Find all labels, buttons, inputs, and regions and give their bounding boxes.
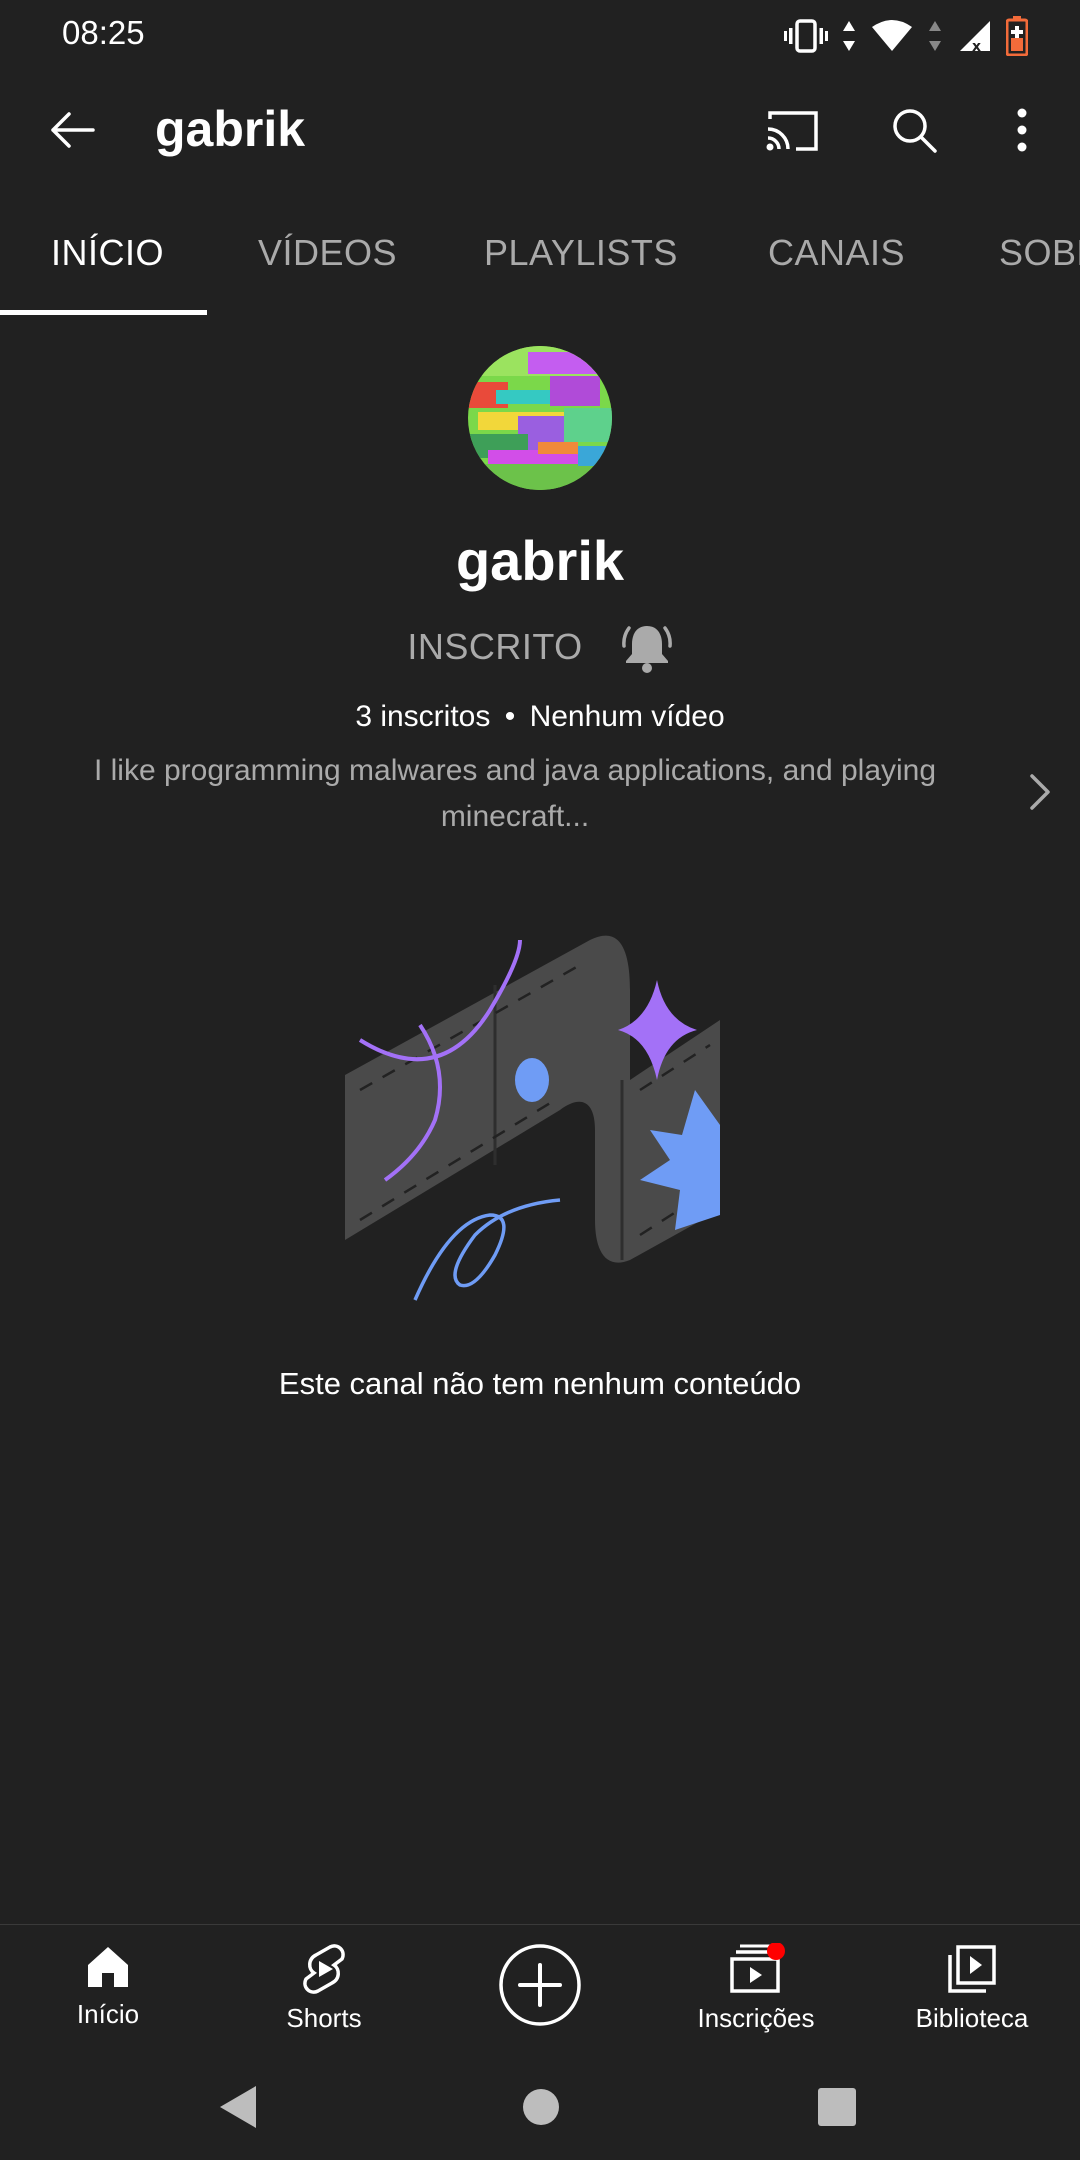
channel-avatar[interactable] <box>468 346 612 490</box>
subscription-row: INSCRITO <box>0 620 1080 674</box>
nav-item-library[interactable]: Biblioteca <box>864 1943 1080 2034</box>
system-navigation <box>0 2064 1080 2160</box>
channel-description[interactable]: I like programming malwares and java app… <box>70 748 960 840</box>
video-count: Nenhum vídeo <box>529 700 725 733</box>
cast-button[interactable] <box>752 90 832 170</box>
battery-icon <box>1006 16 1028 56</box>
bottom-navigation: Início Shorts Inscrições Biblioteca <box>0 1924 1080 2065</box>
channel-name: gabrik <box>455 529 625 592</box>
more-options-button[interactable] <box>982 90 1062 170</box>
tab-playlists[interactable]: PLAYLISTS <box>484 232 678 274</box>
system-home-icon[interactable] <box>522 2088 560 2126</box>
chevron-right-icon[interactable] <box>1022 770 1058 814</box>
signal-icon: x <box>960 21 990 53</box>
tab-videos[interactable]: VÍDEOS <box>258 232 397 274</box>
status-icons: x <box>784 14 1028 58</box>
status-bar: 08:25 x <box>0 0 1080 70</box>
system-back-icon[interactable] <box>218 2084 258 2130</box>
shorts-icon <box>303 1944 345 1994</box>
subscribed-button[interactable]: INSCRITO <box>407 626 582 668</box>
arrow-left-icon <box>51 112 95 148</box>
app-title: gabrik <box>155 101 306 157</box>
meta-separator: • <box>504 700 516 733</box>
nav-item-shorts[interactable]: Shorts <box>216 1943 432 2034</box>
home-icon <box>88 1947 128 1987</box>
svg-text:x: x <box>972 39 981 53</box>
status-time: 08:25 <box>62 14 145 51</box>
wifi-arrows-icon <box>929 21 941 51</box>
system-recents-icon[interactable] <box>818 2088 856 2126</box>
library-icon <box>948 1945 996 1993</box>
channel-tabs: INÍCIO VÍDEOS PLAYLISTS CANAIS SOBRE <box>0 192 1080 316</box>
data-arrows-icon <box>843 21 855 51</box>
avatar-image <box>468 346 612 490</box>
tab-sobre[interactable]: SOBRE <box>999 232 1080 274</box>
nav-item-create[interactable] <box>432 1943 648 2027</box>
subscriptions-icon <box>730 1943 785 1993</box>
search-button[interactable] <box>874 90 954 170</box>
subscriber-count: 3 inscritos <box>355 700 491 733</box>
cast-icon <box>766 111 818 151</box>
app-bar: gabrik <box>0 70 1080 192</box>
tab-canais[interactable]: CANAIS <box>768 232 905 274</box>
nav-label-subscriptions: Inscrições <box>697 2003 815 2033</box>
back-button[interactable] <box>32 90 112 170</box>
search-icon <box>893 109 937 153</box>
channel-meta: 3 inscritos • Nenhum vídeo <box>0 700 1080 734</box>
wifi-icon <box>872 20 912 51</box>
nav-label-home: Início <box>76 1999 140 2029</box>
active-tab-indicator <box>0 310 207 315</box>
nav-item-home[interactable]: Início <box>0 1943 216 2030</box>
nav-label-shorts: Shorts <box>286 2003 362 2033</box>
vibrate-icon <box>784 19 828 53</box>
nav-item-subscriptions[interactable]: Inscrições <box>648 1943 864 2034</box>
tab-inicio[interactable]: INÍCIO <box>51 232 164 274</box>
empty-state-message: Este canal não tem nenhum conteúdo <box>278 1366 802 1401</box>
create-plus-icon <box>499 1944 581 2026</box>
empty-channel-illustration <box>345 935 720 1301</box>
nav-label-library: Biblioteca <box>915 2003 1029 2033</box>
notification-bell-icon[interactable] <box>621 620 673 674</box>
more-vert-icon <box>1017 108 1027 152</box>
